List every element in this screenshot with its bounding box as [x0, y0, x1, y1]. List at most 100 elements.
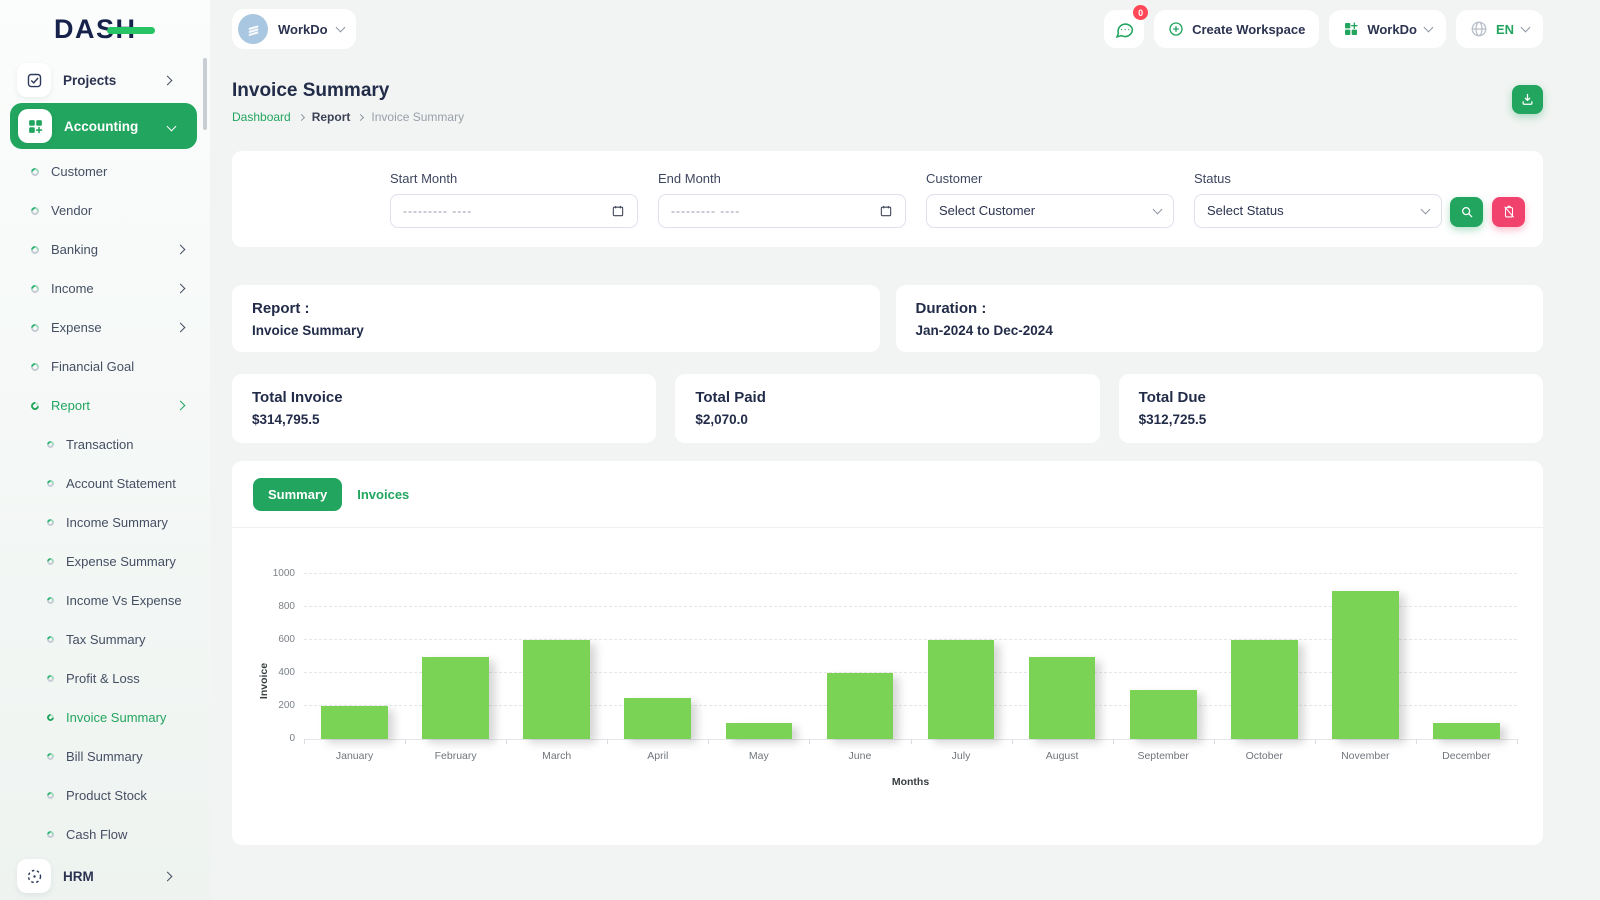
language-code: EN	[1495, 21, 1514, 37]
chevron-down-icon	[335, 22, 346, 33]
sidebar-scrollbar[interactable]	[203, 58, 207, 130]
sidebar-item-profit-loss[interactable]: Profit & Loss	[0, 659, 210, 698]
chevron-down-icon	[1152, 204, 1163, 214]
sidebar-item-transaction[interactable]: Transaction	[0, 425, 210, 464]
bar-november	[1331, 590, 1399, 739]
sidebar-item-invoice-summary[interactable]: Invoice Summary	[0, 698, 210, 737]
bar-june	[826, 673, 894, 739]
x-axis-title: Months	[891, 776, 930, 788]
download-button[interactable]	[1512, 85, 1543, 114]
sidebar-menu: Projects Accounting Customer Vendor Bank…	[0, 54, 210, 896]
x-axis-tick	[1112, 739, 1114, 744]
customer-select[interactable]: Select Customer	[926, 193, 1174, 228]
create-workspace-button[interactable]: Create Workspace	[1154, 10, 1320, 48]
sidebar-item-accounting[interactable]: Accounting	[10, 103, 197, 149]
bar-may	[725, 722, 793, 739]
stat-label: Total Invoice	[252, 389, 343, 406]
sidebar-item-financial-goal[interactable]: Financial Goal	[0, 347, 210, 386]
sidebar-item-product-stock[interactable]: Product Stock	[0, 776, 210, 815]
sidebar-item-bill-summary[interactable]: Bill Summary	[0, 737, 210, 776]
customer-select-value: Select Customer	[939, 203, 1036, 218]
tab-invoices[interactable]: Invoices	[357, 487, 409, 502]
sidebar-item-income[interactable]: Income	[0, 269, 210, 308]
stat-value: $2,070.0	[695, 412, 748, 427]
bullet-icon	[29, 399, 41, 412]
bullet-icon	[29, 204, 41, 217]
sidebar-item-label: Expense Summary	[66, 554, 176, 569]
messages-button[interactable]: 0	[1104, 5, 1149, 48]
x-axis-tick	[809, 739, 811, 744]
x-axis-tick	[607, 739, 609, 744]
page-header: Invoice Summary Dashboard Report Invoice…	[232, 80, 1543, 124]
end-month-input[interactable]: --------- ----	[658, 193, 906, 228]
sidebar-item-label: Vendor	[51, 203, 93, 218]
bar-august	[1028, 656, 1096, 739]
chevron-down-icon	[1423, 22, 1434, 33]
x-category-label: September	[1137, 750, 1189, 762]
calendar-icon	[612, 205, 624, 216]
sidebar-item-income-vs-expense[interactable]: Income Vs Expense	[0, 581, 210, 620]
stat-value: $314,795.5	[252, 412, 320, 427]
x-category-label: December	[1442, 750, 1491, 762]
globe-icon	[1471, 21, 1487, 37]
sidebar-item-label: Bill Summary	[66, 749, 143, 764]
sidebar-item-hrm[interactable]: HRM	[10, 856, 200, 896]
workspace-selector[interactable]: WorkDo	[232, 9, 356, 49]
search-button[interactable]	[1450, 196, 1483, 227]
workspace-avatar	[238, 14, 268, 44]
bullet-icon	[29, 360, 41, 373]
workspace-name: WorkDo	[278, 21, 328, 37]
customer-field: Customer Select Customer	[926, 171, 1174, 228]
breadcrumb-report[interactable]: Report	[312, 110, 351, 124]
reset-filter-button[interactable]	[1492, 196, 1525, 227]
plus-circle-icon	[1169, 22, 1183, 36]
x-axis-tick	[1314, 739, 1316, 744]
bullet-icon	[45, 790, 56, 801]
start-month-input[interactable]: --------- ----	[390, 193, 638, 228]
sidebar-item-label: Income Summary	[66, 515, 168, 530]
x-category-label: June	[848, 750, 872, 762]
sidebar: DASH Projects Accounting Customer Vendor	[0, 0, 210, 900]
bar-april	[624, 697, 692, 739]
end-month-placeholder: --------- ----	[671, 203, 741, 218]
bar-july	[927, 640, 995, 739]
calendar-icon	[880, 205, 892, 216]
bullet-icon	[45, 478, 56, 489]
page-header-left: Invoice Summary Dashboard Report Invoice…	[232, 80, 464, 124]
language-selector[interactable]: EN	[1455, 10, 1543, 48]
sidebar-item-report[interactable]: Report	[0, 386, 210, 425]
breadcrumb-separator-icon	[357, 113, 365, 121]
bullet-icon	[45, 751, 56, 762]
bullet-icon	[45, 634, 56, 645]
breadcrumb-dashboard[interactable]: Dashboard	[232, 110, 291, 124]
workdo-apps-menu[interactable]: WorkDo	[1329, 10, 1446, 48]
x-axis-tick	[910, 739, 912, 744]
x-category-label: October	[1245, 750, 1283, 762]
hrm-icon	[17, 859, 51, 893]
bullet-icon	[45, 556, 56, 567]
sidebar-item-customer[interactable]: Customer	[0, 152, 210, 191]
y-tick-label: 0	[289, 733, 295, 744]
sidebar-item-tax-summary[interactable]: Tax Summary	[0, 620, 210, 659]
report-duration-row: Report : Invoice Summary Duration : Jan-…	[232, 285, 1543, 352]
chevron-down-icon	[1520, 22, 1531, 33]
sidebar-item-expense-summary[interactable]: Expense Summary	[0, 542, 210, 581]
sidebar-item-vendor[interactable]: Vendor	[0, 191, 210, 230]
chevron-right-icon	[162, 871, 173, 881]
tab-summary[interactable]: Summary	[253, 477, 343, 511]
x-category-label: July	[951, 750, 971, 762]
x-axis-tick	[506, 739, 508, 744]
sidebar-item-cash-flow[interactable]: Cash Flow	[0, 815, 210, 854]
x-axis-tick	[708, 739, 710, 744]
chevron-right-icon	[162, 75, 173, 85]
sidebar-item-account-statement[interactable]: Account Statement	[0, 464, 210, 503]
status-select[interactable]: Select Status	[1194, 193, 1442, 228]
sidebar-item-label: HRM	[63, 868, 94, 884]
sidebar-item-expense[interactable]: Expense	[0, 308, 210, 347]
app-logo: DASH	[0, 0, 210, 54]
bullet-icon	[45, 439, 56, 450]
sidebar-item-projects[interactable]: Projects	[10, 60, 200, 100]
sidebar-item-banking[interactable]: Banking	[0, 230, 210, 269]
sidebar-item-income-summary[interactable]: Income Summary	[0, 503, 210, 542]
sidebar-item-label: Report	[51, 398, 91, 413]
